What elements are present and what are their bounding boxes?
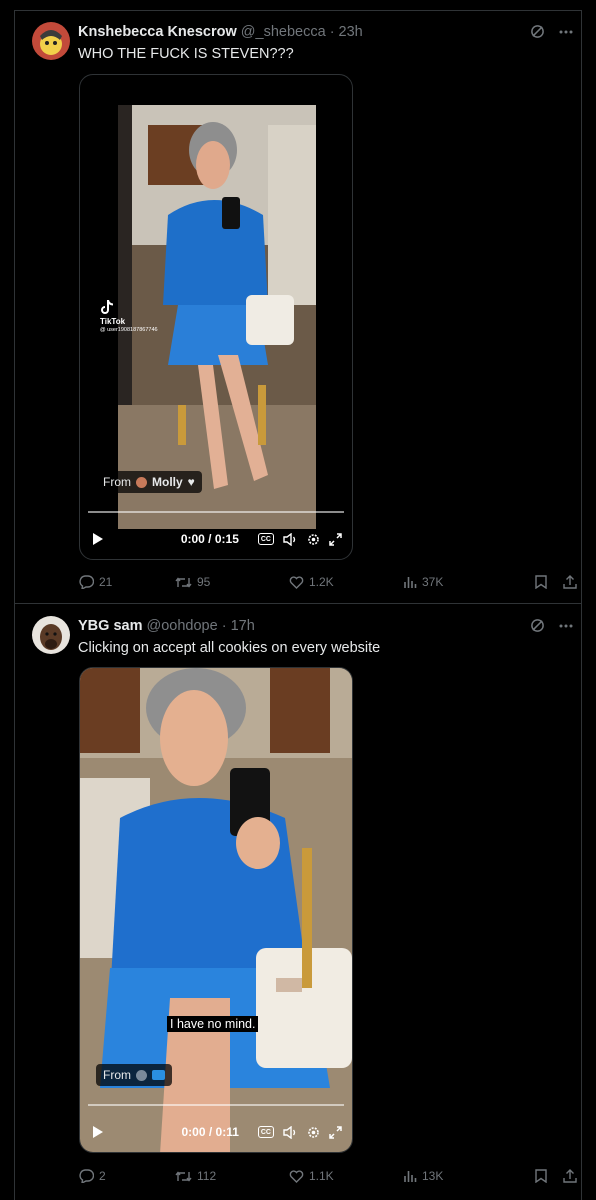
from-name: Molly <box>152 475 183 489</box>
avatar-image <box>32 616 70 654</box>
display-name[interactable]: YBG sam <box>78 618 142 634</box>
more-icon[interactable] <box>559 624 573 628</box>
video-progress-bar[interactable] <box>88 511 344 513</box>
tweet-top-actions <box>530 24 573 39</box>
tiktok-logo-icon <box>101 300 113 314</box>
settings-icon[interactable] <box>307 1126 320 1139</box>
tweet-top-actions <box>530 618 573 633</box>
cc-icon[interactable]: CC <box>257 1126 274 1138</box>
tweet-text: Clicking on accept all cookies on every … <box>78 640 381 656</box>
volume-icon[interactable] <box>283 1125 298 1139</box>
like-icon <box>289 1169 304 1183</box>
tweet[interactable]: Knshebecca Knescrow @_shebecca · 23h WHO… <box>15 10 581 603</box>
tweet-header: Knshebecca Knescrow @_shebecca · 23h <box>78 24 363 40</box>
cc-icon[interactable]: CC <box>257 533 274 545</box>
share-icon[interactable] <box>563 1169 577 1183</box>
grok-icon[interactable] <box>530 618 545 633</box>
settings-icon[interactable] <box>307 533 320 546</box>
timestamp[interactable]: · 17h <box>222 618 255 634</box>
handle[interactable]: @oohdope <box>147 618 218 634</box>
fullscreen-icon[interactable] <box>329 532 342 546</box>
reply-button[interactable]: 21 <box>79 575 175 589</box>
from-label: From <box>103 1068 131 1082</box>
views-icon <box>403 1170 417 1183</box>
user-avatar-icon <box>136 1069 147 1081</box>
timestamp[interactable]: · 23h <box>330 24 363 40</box>
like-count: 1.1K <box>309 1169 334 1183</box>
more-icon[interactable] <box>559 30 573 34</box>
tiktok-user: @ user1908187867746 <box>100 327 158 333</box>
views-button[interactable]: 37K <box>403 575 511 589</box>
play-icon[interactable] <box>92 533 103 545</box>
video-time: 0:00 / 0:11 <box>181 1125 239 1139</box>
from-attribution[interactable]: From Molly ♥ <box>96 471 202 493</box>
video-progress-bar[interactable] <box>88 1104 344 1106</box>
repost-icon <box>175 576 192 589</box>
bookmark-icon[interactable] <box>535 1169 547 1183</box>
timeline-feed: Knshebecca Knescrow @_shebecca · 23h WHO… <box>0 0 596 1200</box>
like-icon <box>289 575 304 589</box>
tweet-actions: 21 95 1.2K 37K <box>79 572 577 592</box>
views-count: 37K <box>422 575 444 589</box>
video-caption: I have no mind. <box>167 1016 259 1032</box>
play-icon[interactable] <box>92 1126 103 1138</box>
handle[interactable]: @_shebecca <box>241 24 326 40</box>
display-name[interactable]: Knshebecca Knescrow <box>78 24 237 40</box>
reply-icon <box>79 1169 94 1183</box>
tweet-text: WHO THE FUCK IS STEVEN??? <box>78 46 294 62</box>
folder-emoji-icon <box>152 1070 165 1080</box>
bookmark-icon[interactable] <box>535 575 547 589</box>
user-avatar-icon <box>136 476 147 488</box>
avatar-image <box>32 22 70 60</box>
video-player[interactable]: TikTok @ user1908187867746 From Molly ♥ … <box>79 74 353 560</box>
views-button[interactable]: 13K <box>403 1169 511 1183</box>
tiktok-brand: TikTok <box>100 317 126 326</box>
video-controls: 0:00 / 0:11 CC <box>90 1122 342 1142</box>
grok-icon[interactable] <box>530 24 545 39</box>
like-button[interactable]: 1.2K <box>289 575 403 589</box>
like-count: 1.2K <box>309 575 334 589</box>
tweet-header: YBG sam @oohdope · 17h <box>78 618 255 634</box>
reply-button[interactable]: 2 <box>79 1169 175 1183</box>
avatar[interactable] <box>32 616 70 654</box>
bookmark-share-group <box>535 1169 577 1183</box>
like-button[interactable]: 1.1K <box>289 1169 403 1183</box>
views-icon <box>403 576 417 589</box>
share-icon[interactable] <box>563 575 577 589</box>
from-label: From <box>103 475 131 489</box>
video-controls: 0:00 / 0:15 CC <box>90 529 342 549</box>
avatar[interactable] <box>32 22 70 60</box>
repost-count: 95 <box>197 575 211 589</box>
repost-button[interactable]: 95 <box>175 575 289 589</box>
video-time: 0:00 / 0:15 <box>180 532 239 546</box>
repost-button[interactable]: 112 <box>175 1169 289 1183</box>
video-player[interactable]: I have no mind. From 0:00 / 0:11 CC <box>79 667 353 1153</box>
reply-count: 2 <box>99 1169 106 1183</box>
volume-icon[interactable] <box>283 532 298 546</box>
column-border-right <box>581 10 582 1200</box>
repost-count: 112 <box>197 1169 217 1183</box>
views-count: 13K <box>422 1169 444 1183</box>
tiktok-watermark: TikTok @ user1908187867746 <box>100 299 158 335</box>
from-attribution[interactable]: From <box>96 1064 172 1086</box>
reply-icon <box>79 575 94 589</box>
tweet-actions: 2 112 1.1K 13K <box>79 1166 577 1186</box>
fullscreen-icon[interactable] <box>329 1125 342 1139</box>
repost-icon <box>175 1170 192 1183</box>
reply-count: 21 <box>99 575 113 589</box>
heart-emoji-icon: ♥ <box>187 475 195 489</box>
tweet[interactable]: YBG sam @oohdope · 17h Clicking on accep… <box>15 604 581 1200</box>
bookmark-share-group <box>535 575 577 589</box>
